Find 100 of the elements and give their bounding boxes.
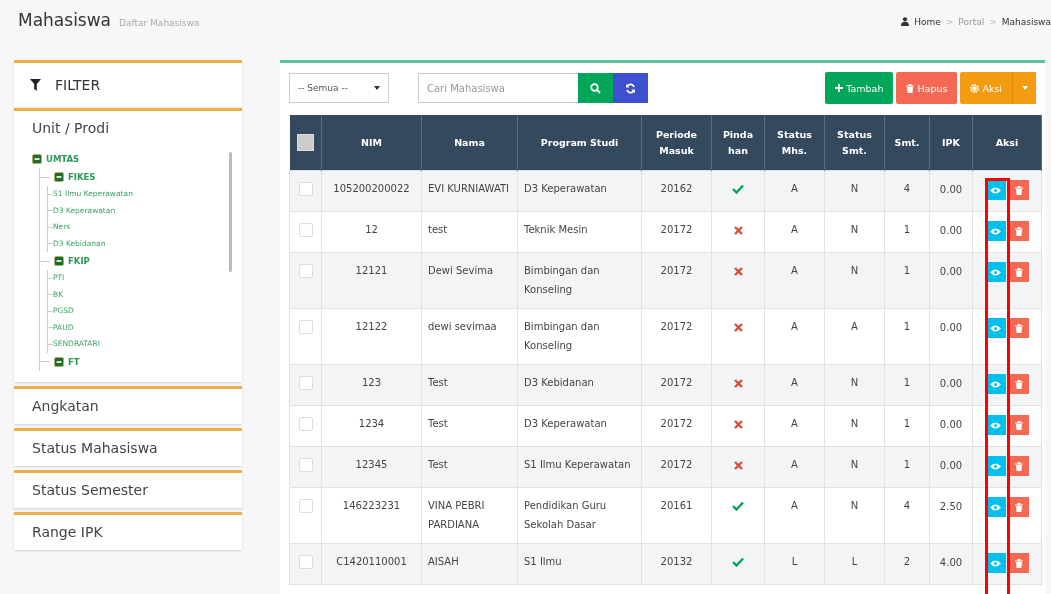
search-icon bbox=[590, 82, 601, 94]
trash-icon bbox=[1014, 379, 1023, 389]
eye-icon bbox=[990, 227, 1001, 235]
filter-section-header[interactable]: Status Semester bbox=[14, 470, 242, 508]
row-checkbox[interactable] bbox=[298, 417, 313, 431]
row-checkbox[interactable] bbox=[298, 499, 313, 513]
breadcrumb-separator: > bbox=[945, 16, 954, 27]
trash-icon bbox=[906, 83, 915, 93]
table-cell: 1234 bbox=[321, 405, 422, 447]
column-header: Nama bbox=[421, 115, 518, 171]
table-cell: N bbox=[824, 252, 885, 309]
table-cell: 20161 bbox=[641, 487, 712, 544]
row-checkbox[interactable] bbox=[298, 223, 313, 237]
filter-title: FILTER bbox=[55, 77, 101, 93]
select-all-checkbox[interactable] bbox=[296, 134, 314, 151]
table-cell: 1 bbox=[884, 308, 930, 365]
table-cell: 1 bbox=[884, 252, 930, 309]
tree-node[interactable]: UMTAS bbox=[46, 150, 80, 168]
eye-icon bbox=[990, 268, 1001, 276]
table-cell: Dewi Sevima bbox=[421, 252, 518, 309]
breadcrumb-link[interactable]: Home bbox=[914, 16, 941, 27]
tree-node[interactable]: FKIP bbox=[68, 252, 90, 270]
column-header: Program Studi bbox=[517, 115, 642, 171]
column-header: Periode Masuk bbox=[641, 115, 712, 171]
table-cell: 0.00 bbox=[929, 405, 973, 447]
table-cell: test bbox=[421, 211, 518, 253]
tree-node[interactable]: FT bbox=[68, 352, 80, 371]
actions-button[interactable]: Aksi bbox=[960, 72, 1012, 104]
table-cell: 20172 bbox=[641, 308, 712, 365]
breadcrumb-link[interactable]: Mahasiswa bbox=[1001, 16, 1051, 27]
table-cell: 1 bbox=[884, 446, 930, 488]
row-checkbox[interactable] bbox=[298, 376, 313, 390]
table-cell: 0.00 bbox=[929, 211, 973, 253]
table-cell: 2.50 bbox=[929, 487, 973, 544]
row-checkbox[interactable] bbox=[298, 264, 313, 278]
delete-row-button[interactable] bbox=[1008, 318, 1029, 338]
row-checkbox[interactable] bbox=[298, 458, 313, 472]
row-checkbox[interactable] bbox=[298, 555, 313, 569]
table-cell: A bbox=[764, 364, 825, 406]
eye-icon bbox=[990, 559, 1001, 567]
tree-node[interactable]: FIKES bbox=[68, 168, 96, 186]
table-cell: VINA PEBRI PARDIANA bbox=[421, 487, 518, 544]
collapse-icon[interactable] bbox=[32, 154, 42, 164]
delete-row-button[interactable] bbox=[1008, 180, 1029, 200]
delete-row-button[interactable] bbox=[1008, 374, 1029, 394]
table-cell: 4.00 bbox=[929, 543, 973, 585]
table-cell: 20162 bbox=[641, 170, 712, 212]
delete-row-button[interactable] bbox=[1008, 415, 1029, 435]
table-cell: Test bbox=[421, 405, 518, 447]
eye-icon bbox=[990, 421, 1001, 429]
column-header: Aksi bbox=[972, 115, 1042, 171]
caret-icon bbox=[1021, 86, 1028, 90]
trash-icon bbox=[1014, 323, 1023, 333]
eye-icon bbox=[990, 324, 1001, 332]
filter-section-header[interactable]: Angkatan bbox=[14, 386, 242, 424]
filter-section-header[interactable]: Status Mahasiswa bbox=[14, 428, 242, 466]
trash-icon bbox=[1014, 226, 1023, 236]
delete-row-button[interactable] bbox=[1008, 456, 1029, 476]
collapse-icon[interactable] bbox=[54, 256, 64, 266]
add-button[interactable]: Tambah bbox=[825, 72, 894, 104]
row-checkbox[interactable] bbox=[298, 182, 313, 196]
collapse-icon[interactable] bbox=[54, 172, 64, 182]
table-cell: A bbox=[764, 405, 825, 447]
table-cell: 20172 bbox=[641, 405, 712, 447]
delete-row-button[interactable] bbox=[1008, 497, 1029, 517]
search-button[interactable] bbox=[578, 73, 613, 103]
delete-button[interactable]: Hapus bbox=[896, 72, 958, 104]
column-header: Pinda han bbox=[711, 115, 765, 171]
table-cell: L bbox=[824, 543, 885, 585]
column-header: Status Smt. bbox=[824, 115, 885, 171]
filter-section-header[interactable]: Range IPK bbox=[14, 512, 242, 550]
table-cell: 105200200022 bbox=[321, 170, 422, 212]
table-cell: N bbox=[824, 405, 885, 447]
delete-row-button[interactable] bbox=[1008, 262, 1029, 282]
table-cell: 4 bbox=[884, 487, 930, 544]
table-cell: Test bbox=[421, 364, 518, 406]
filter-section-header[interactable]: Unit / Prodi bbox=[14, 108, 242, 146]
delete-row-button[interactable] bbox=[1008, 553, 1029, 573]
row-checkbox[interactable] bbox=[298, 320, 313, 334]
refresh-icon bbox=[625, 82, 636, 94]
filter-dropdown[interactable]: -- Semua -- bbox=[289, 73, 389, 103]
trash-icon bbox=[1014, 558, 1023, 568]
table-cell: A bbox=[764, 211, 825, 253]
table-cell: D3 Keperawatan bbox=[517, 170, 642, 212]
table-cell: A bbox=[764, 446, 825, 488]
table-cell: A bbox=[764, 487, 825, 544]
scrollbar[interactable] bbox=[229, 152, 232, 272]
eye-icon bbox=[990, 462, 1001, 470]
column-header: IPK bbox=[929, 115, 973, 171]
refresh-button[interactable] bbox=[613, 73, 648, 103]
table-cell: L bbox=[764, 543, 825, 585]
page-subtitle: Daftar Mahasiswa bbox=[119, 18, 200, 28]
search-field[interactable]: Cari Mahasiswa bbox=[418, 73, 578, 103]
delete-row-button[interactable] bbox=[1008, 221, 1029, 241]
table-cell: 0.00 bbox=[929, 364, 973, 406]
collapse-icon[interactable] bbox=[54, 356, 64, 367]
table-cell: 4 bbox=[884, 170, 930, 212]
breadcrumb-link[interactable]: Portal bbox=[958, 16, 985, 27]
table-cell: 0.00 bbox=[929, 170, 973, 212]
dropdown-toggle[interactable] bbox=[1012, 72, 1036, 104]
